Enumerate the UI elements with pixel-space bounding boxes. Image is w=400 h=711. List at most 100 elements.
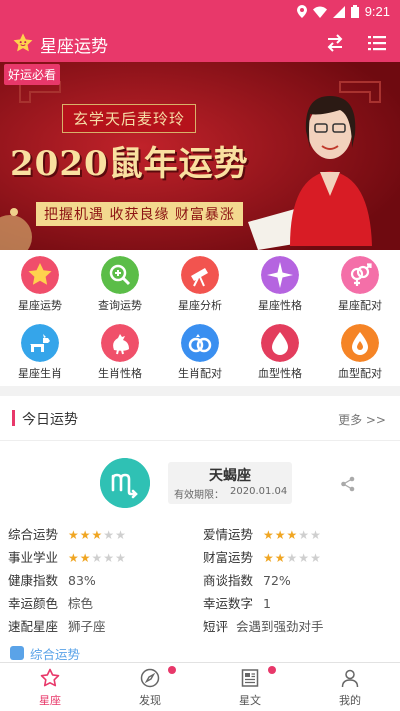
rating-stars: ★ ★ ★ ★ ★ [68, 550, 126, 566]
detail-label: 短评 [203, 619, 229, 634]
menu-list-icon[interactable] [366, 32, 388, 54]
dog-icon [21, 324, 59, 362]
star-filled-icon: ★ [263, 551, 274, 565]
detail-value: 棕色 [68, 596, 94, 611]
detail-value: 会遇到强劲对手 [236, 619, 324, 634]
star-empty-icon: ★ [103, 551, 115, 565]
sign-card[interactable]: 天蝎座 有效期限： 2020.01.04 [168, 462, 292, 504]
grid-item-blood-match[interactable]: 血型配对 [320, 318, 400, 386]
drop-icon [261, 324, 299, 362]
gender-icon [341, 256, 379, 294]
tab-articles[interactable]: 星文 [200, 663, 300, 711]
tab-label: 发现 [139, 694, 161, 707]
grid-item-animal-match[interactable]: 生肖配对 [160, 318, 240, 386]
grid-item-query[interactable]: 查询运势 [80, 250, 160, 318]
tab-label: 星座 [39, 694, 61, 707]
star-filled-icon: ★ [91, 528, 103, 542]
magnifier-icon [101, 256, 139, 294]
star-icon [21, 256, 59, 294]
detail-value: 72% [263, 573, 291, 588]
sign-name: 天蝎座 [209, 468, 251, 484]
signal-icon [332, 5, 345, 18]
rating-label: 爱情运势 [203, 527, 254, 542]
star-empty-icon: ★ [103, 528, 115, 542]
grid-item-personality[interactable]: 星座性格 [240, 250, 320, 318]
grid-item-zodiac-animal[interactable]: 星座生肖 [0, 318, 80, 386]
star-empty-icon: ★ [298, 551, 310, 565]
star-empty-icon: ★ [115, 551, 126, 565]
grid-item-blood-personality[interactable]: 血型性格 [240, 318, 320, 386]
grid-item-label: 星座运势 [18, 299, 62, 312]
grid-item-label: 星座生肖 [18, 367, 62, 380]
app-logo-star-icon [13, 33, 33, 52]
rating-stars: ★ ★ ★ ★ ★ [263, 550, 321, 566]
grid-item-label: 星座分析 [178, 299, 222, 312]
grid-item-label: 星座配对 [338, 299, 382, 312]
section-title: 今日运势 [22, 412, 78, 428]
notification-dot [268, 666, 276, 674]
rating-stars: ★ ★ ★ ★ ★ [68, 527, 126, 543]
scorpio-icon[interactable] [100, 458, 150, 508]
star-outline-icon [40, 668, 60, 687]
star-filled-icon: ★ [286, 528, 298, 542]
rating-label: 事业学业 [8, 550, 59, 565]
switch-icon[interactable] [324, 32, 346, 54]
star-filled-icon: ★ [79, 551, 91, 565]
detail-label: 健康指数 [8, 573, 59, 588]
sparkle-icon [261, 256, 299, 294]
grid-item-animal-personality[interactable]: 生肖性格 [80, 318, 160, 386]
grid-item-label: 星座性格 [258, 299, 302, 312]
grid-item-label: 血型性格 [258, 367, 302, 380]
feature-grid: 星座运势 查询运势 星座分析 星座性格 星座配对 星座生肖 生肖性格 生肖配对 … [0, 250, 400, 386]
grid-item-label: 生肖性格 [98, 367, 142, 380]
app-title: 星座运势 [40, 37, 108, 57]
status-time: 9:21 [364, 4, 390, 19]
star-empty-icon: ★ [310, 528, 321, 542]
banner-subtitle: 玄学天后麦玲玲 [62, 104, 197, 133]
star-filled-icon: ★ [68, 528, 79, 542]
more-link[interactable]: 更多 >> [338, 411, 386, 428]
grid-item-horoscope[interactable]: 星座运势 [0, 250, 80, 318]
banner-tagline: 把握机遇 收获良缘 财富暴涨 [36, 202, 243, 226]
detail-label: 速配星座 [8, 619, 59, 634]
status-icons: 9:21 [296, 4, 390, 19]
rating-label: 财富运势 [203, 550, 254, 565]
today-header: 今日运势 更多 >> [0, 396, 400, 441]
star-empty-icon: ★ [298, 528, 310, 542]
tab-mine[interactable]: 我的 [300, 663, 400, 711]
presenter-photo [290, 96, 372, 246]
promo-banner[interactable]: 好运必看 玄学天后麦玲玲 2020鼠年运势 把握机遇 收获良缘 财富暴涨 [0, 62, 400, 250]
battery-icon [350, 5, 359, 18]
section-accent-bar [12, 410, 15, 426]
detail-value: 狮子座 [68, 619, 106, 634]
tab-horoscope[interactable]: 星座 [0, 663, 100, 711]
share-icon[interactable] [340, 476, 356, 492]
location-icon [296, 5, 307, 18]
star-empty-icon: ★ [91, 551, 103, 565]
grid-item-label: 血型配对 [338, 367, 382, 380]
star-empty-icon: ★ [310, 551, 321, 565]
rating-stars: ★ ★ ★ ★ ★ [263, 527, 321, 543]
overall-fortune-link[interactable]: 综合运势 [30, 644, 80, 663]
grid-item-label: 查询运势 [98, 299, 142, 312]
status-bar: 9:21 [0, 0, 400, 24]
valid-date: 2020.01.04 [230, 486, 288, 497]
rooster-icon [101, 324, 139, 362]
grid-item-analysis[interactable]: 星座分析 [160, 250, 240, 318]
tab-discover[interactable]: 发现 [100, 663, 200, 711]
flame-drop-icon [341, 324, 379, 362]
chart-icon [10, 646, 24, 660]
star-filled-icon: ★ [274, 551, 286, 565]
star-empty-icon: ★ [286, 551, 298, 565]
notification-dot [168, 666, 176, 674]
good-luck-badge: 好运必看 [4, 64, 61, 85]
tab-label: 我的 [339, 694, 361, 707]
today-fortune-panel: 今日运势 更多 >> 天蝎座 有效期限： 2020.01.04 综合运势 ★ ★ ★… [0, 396, 400, 662]
telescope-icon [181, 256, 219, 294]
grid-item-match[interactable]: 星座配对 [320, 250, 400, 318]
article-icon [241, 669, 259, 687]
star-filled-icon: ★ [79, 528, 91, 542]
bottom-tab-bar: 星座 发现 星文 我的 [0, 662, 400, 711]
rings-icon [181, 324, 219, 362]
star-filled-icon: ★ [274, 528, 286, 542]
